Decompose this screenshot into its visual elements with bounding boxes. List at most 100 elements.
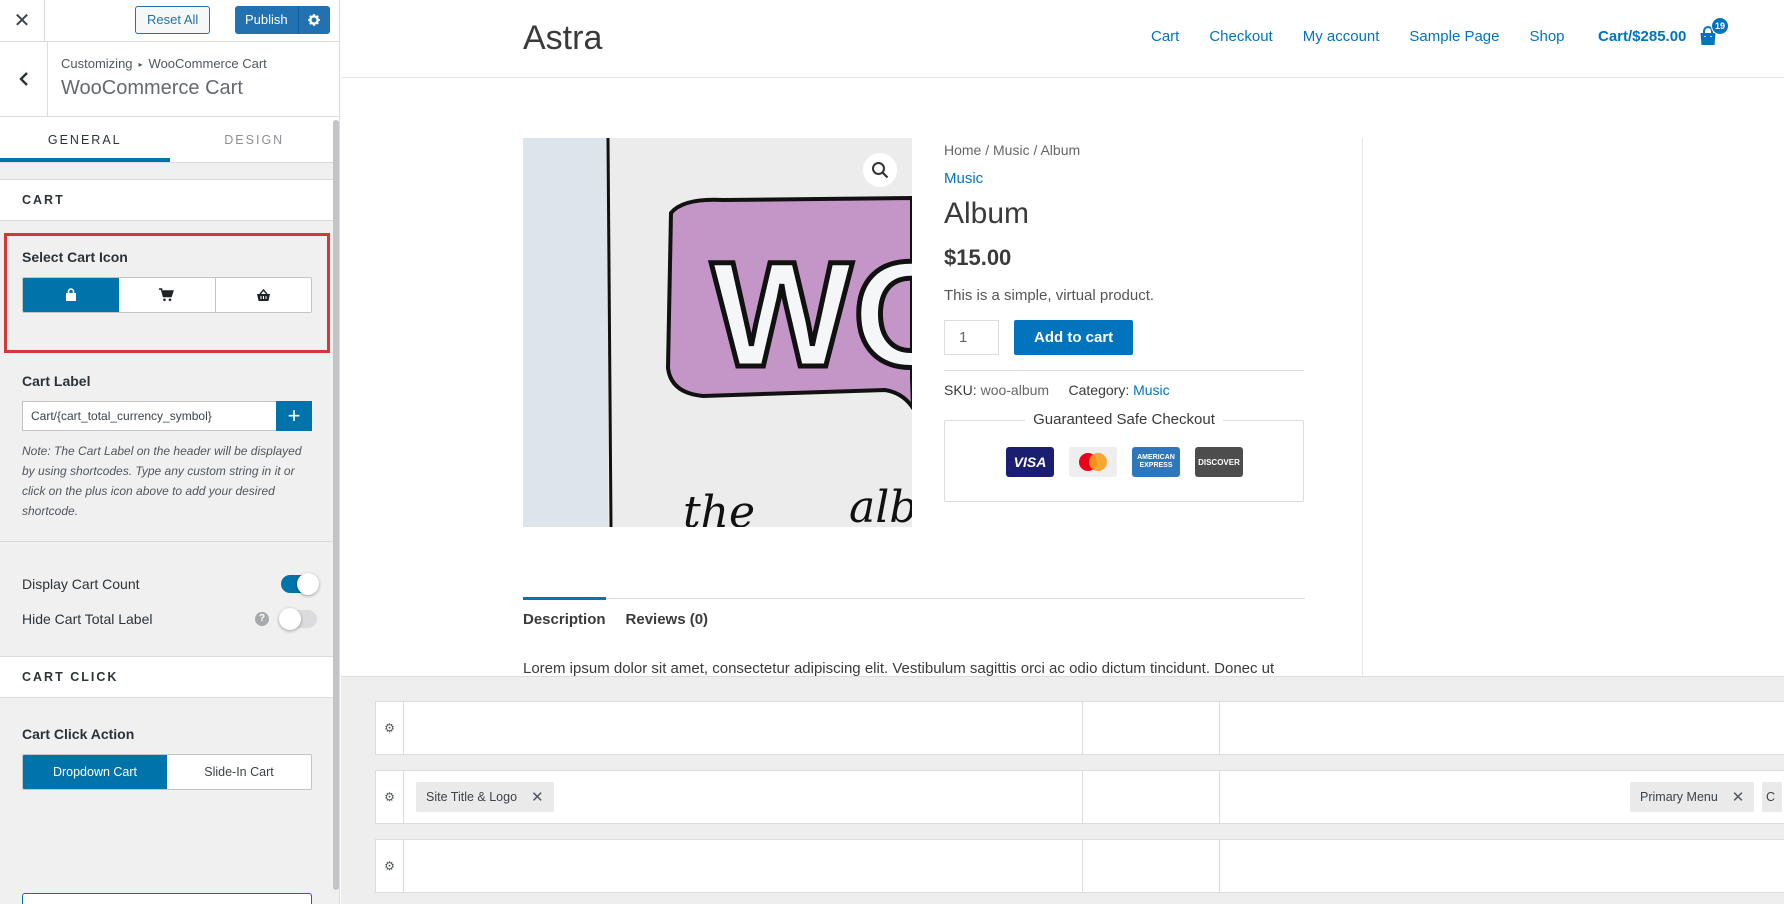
nav-item-shop[interactable]: Shop <box>1529 28 1564 45</box>
header-builder: ⚙ ⚙ Site Title & Logo ✕ Primary Menu ✕ C ⚙ <box>341 676 1784 904</box>
gear-icon <box>308 14 320 26</box>
breadcrumb-current: WooCommerce Cart <box>148 56 267 71</box>
reset-all-button[interactable]: Reset All <box>135 6 211 34</box>
product-meta: SKU: woo-album Category: Music <box>944 370 1304 398</box>
publish-button[interactable]: Publish <box>235 6 298 34</box>
row-settings-button[interactable]: ⚙ <box>376 771 404 823</box>
search-icon <box>872 162 889 179</box>
product-category-link[interactable]: Music <box>944 170 1304 187</box>
header-cart-link[interactable]: Cart/$285.00 <box>1598 28 1686 45</box>
cart-icon-selector <box>22 277 312 313</box>
select-cart-icon-label: Select Cart Icon <box>22 249 128 265</box>
category-value-link[interactable]: Music <box>1133 382 1170 398</box>
shopping-cart-icon <box>159 288 175 302</box>
chip-label: C <box>1766 790 1776 804</box>
builder-row-primary: ⚙ Site Title & Logo ✕ Primary Menu ✕ C <box>375 770 1784 824</box>
tab-design[interactable]: DESIGN <box>170 117 340 162</box>
discover-card-icon: DISCOVER <box>1195 447 1243 477</box>
plus-icon: + <box>287 403 301 428</box>
breadcrumb-root: Customizing <box>61 56 133 71</box>
amex-card-icon: AMERICAN EXPRESS <box>1132 447 1180 477</box>
display-cart-count-toggle[interactable] <box>281 572 319 595</box>
display-cart-count-row: Display Cart Count <box>22 566 319 601</box>
album-art-text: alb <box>849 482 912 527</box>
product-title: Album <box>944 197 1030 230</box>
shopping-basket-icon <box>256 288 270 301</box>
add-to-cart-form: 1 Add to cart <box>944 320 1304 355</box>
product-image[interactable]: WO the alb <box>523 138 912 527</box>
breadcrumb-separator: ▸ <box>138 60 143 69</box>
sidebar-divider-line <box>1362 138 1363 678</box>
add-shortcode-button[interactable]: + <box>276 401 312 431</box>
panel-tabs: GENERAL DESIGN <box>0 117 339 163</box>
image-zoom-button[interactable] <box>863 153 897 187</box>
add-to-cart-button[interactable]: Add to cart <box>1014 320 1134 355</box>
cart-icon-option-cart[interactable] <box>119 278 216 312</box>
sidebar-scrollbar[interactable] <box>333 120 339 890</box>
site-title-logo-chip[interactable]: Site Title & Logo ✕ <box>416 782 554 812</box>
close-icon[interactable]: ✕ <box>531 788 544 806</box>
dropdown-cart-option[interactable]: Dropdown Cart <box>23 755 167 789</box>
sku-value: woo-album <box>980 382 1050 398</box>
chip-label: Primary Menu <box>1640 790 1718 804</box>
tab-reviews[interactable]: Reviews (0) <box>626 599 709 628</box>
nav-item-my-account[interactable]: My account <box>1303 28 1380 45</box>
display-cart-count-label: Display Cart Count <box>22 575 140 592</box>
site-header: Astra Cart Checkout My account Sample Pa… <box>341 0 1784 78</box>
tab-description[interactable]: Description <box>523 597 606 628</box>
back-button[interactable] <box>0 42 48 116</box>
cart-label-note: Note: The Cart Label on the header will … <box>22 444 302 518</box>
close-customizer-button[interactable]: ✕ <box>0 0 45 42</box>
sku-label: SKU: <box>944 382 977 398</box>
slide-in-cart-option[interactable]: Slide-In Cart <box>167 755 311 789</box>
product-short-description: This is a simple, virtual product. <box>944 287 1155 304</box>
nav-item-checkout[interactable]: Checkout <box>1209 28 1272 45</box>
customizer-sidebar: ✕ Reset All Publish Customizing ▸ WooComme… <box>0 0 340 904</box>
quantity-input[interactable]: 1 <box>944 320 999 355</box>
safe-checkout-box: Guaranteed Safe Checkout VISA AMERICAN E… <box>944 411 1304 502</box>
hide-cart-total-label: Hide Cart Total Label <box>22 610 153 627</box>
cart-count-badge: 19 <box>1711 17 1729 35</box>
nav-item-sample-page[interactable]: Sample Page <box>1409 28 1499 45</box>
help-icon[interactable]: ? <box>255 611 269 626</box>
close-icon: ✕ <box>13 10 31 32</box>
row-settings-button[interactable]: ⚙ <box>376 840 404 892</box>
nav-item-cart[interactable]: Cart <box>1151 28 1179 45</box>
album-art-text: WO <box>711 230 912 398</box>
category-label: Category: <box>1068 382 1130 398</box>
publish-button-group: Publish <box>235 6 330 34</box>
album-cover-art: WO the alb <box>523 138 912 527</box>
tab-general[interactable]: GENERAL <box>0 117 170 162</box>
product-breadcrumb[interactable]: Home / Music / Album <box>944 142 1304 158</box>
cart-icon-option-basket[interactable] <box>215 278 311 312</box>
partial-button[interactable] <box>22 893 312 904</box>
close-icon[interactable]: ✕ <box>1732 788 1745 806</box>
chevron-left-icon <box>18 72 28 86</box>
publish-settings-button[interactable] <box>297 6 330 34</box>
toggle-knob <box>297 572 319 595</box>
cart-click-action-label: Cart Click Action <box>22 726 135 742</box>
product-summary: Home / Music / Album Music Album $15.00 … <box>944 138 1304 502</box>
panel-header: Customizing ▸ WooCommerce Cart WooCommerce… <box>0 42 339 117</box>
partial-chip[interactable]: C <box>1762 782 1782 812</box>
mastercard-icon <box>1069 447 1117 477</box>
primary-menu-chip[interactable]: Primary Menu ✕ <box>1630 782 1755 812</box>
cart-icon-option-bag[interactable] <box>23 278 120 312</box>
cart-label-label: Cart Label <box>22 373 91 389</box>
primary-menu: Cart Checkout My account Sample Page Sho… <box>1151 28 1595 45</box>
cart-label-input[interactable]: Cart/{cart_total_currency_symbol} <box>22 401 276 431</box>
gear-icon: ⚙ <box>384 859 395 873</box>
breadcrumb: Customizing ▸ WooCommerce Cart <box>61 56 267 71</box>
album-art-text: the <box>683 487 755 527</box>
gear-icon: ⚙ <box>384 790 395 804</box>
product-price: $15.00 <box>944 245 1012 270</box>
hide-cart-total-row: Hide Cart Total Label ? <box>22 601 317 636</box>
row-settings-button[interactable]: ⚙ <box>376 702 404 754</box>
hide-cart-total-toggle[interactable] <box>279 607 317 630</box>
product-description-text: Lorem ipsum dolor sit amet, consectetur … <box>523 660 1275 677</box>
site-title[interactable]: Astra <box>523 19 602 58</box>
chip-label: Site Title & Logo <box>426 790 518 804</box>
builder-row-above: ⚙ <box>375 701 1784 755</box>
visa-card-icon: VISA <box>1006 447 1054 477</box>
cart-click-action-selector: Dropdown Cart Slide-In Cart <box>22 754 312 790</box>
